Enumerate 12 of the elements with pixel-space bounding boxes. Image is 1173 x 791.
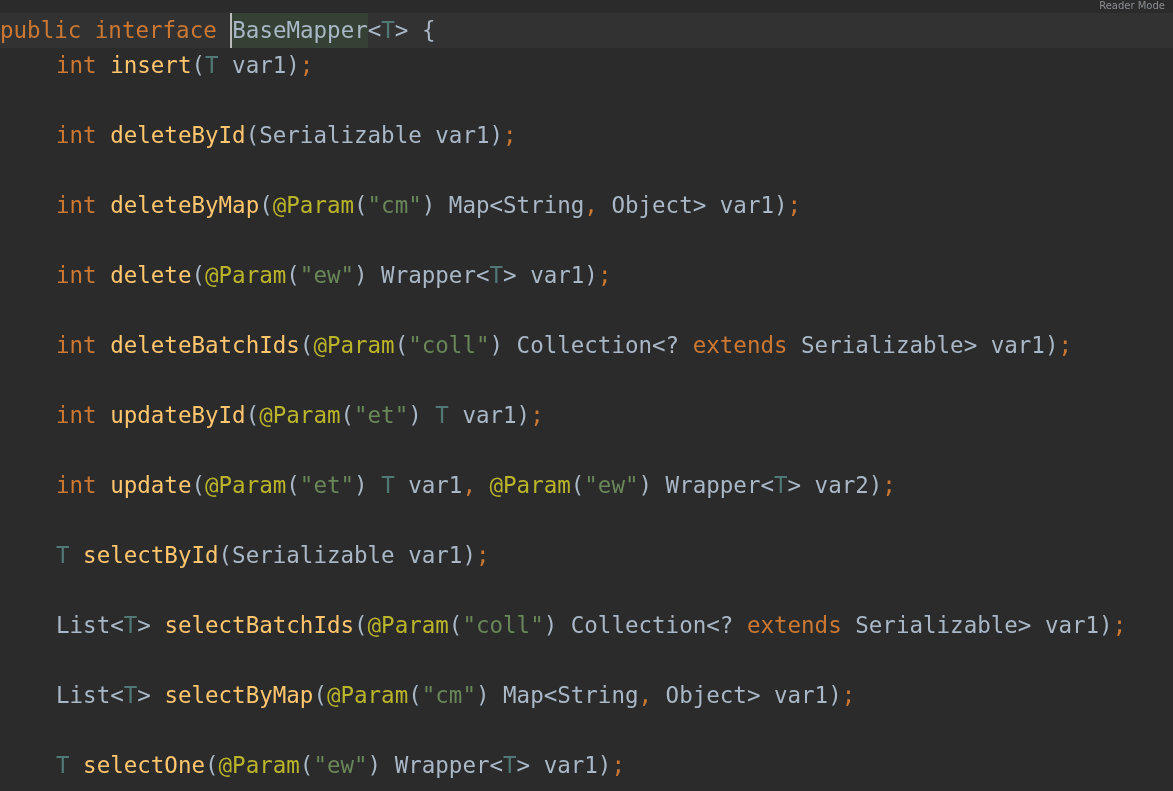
code-line: int deleteBatchIds(@Param("coll") Collection<? extends Serializable> var1); [55, 330, 1073, 360]
code-line: int updateById(@Param("et") T var1); [55, 400, 545, 430]
code-line: List<T> selectByMap(@Param("cm") Map<String, Object> var1); [55, 680, 857, 710]
code-line: List<T> selectBatchIds(@Param("coll") Collection<? extends Serializable> var1); [55, 610, 1128, 640]
code-line: int deleteById(Serializable var1); [55, 120, 518, 150]
code-line: T selectOne(@Param("ew") Wrapper<T> var1); [55, 750, 626, 780]
code-line: T selectById(Serializable var1); [55, 540, 491, 570]
code-line: int update(@Param("et") T var1, @Param("ew") Wrapper<T> var2); [55, 470, 897, 500]
code-line: int delete(@Param("ew") Wrapper<T> var1); [55, 260, 613, 290]
reader-mode-link[interactable]: Reader Mode [1099, 0, 1165, 12]
code-line: int insert(T var1); [55, 50, 315, 80]
code-line: int deleteByMap(@Param("cm") Map<String, Object> var1); [55, 190, 803, 220]
